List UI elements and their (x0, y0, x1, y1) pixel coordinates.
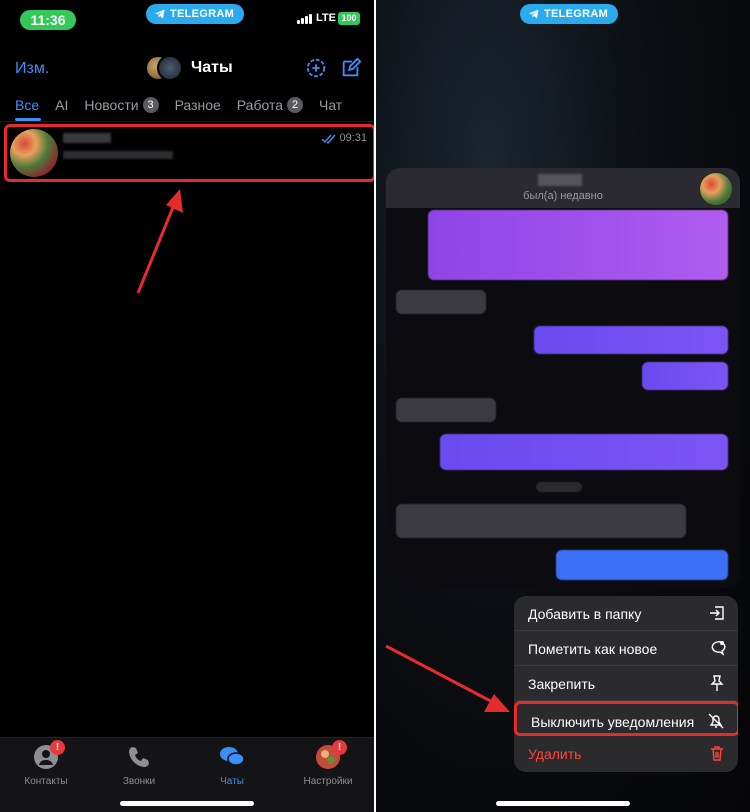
message-bubble (428, 210, 728, 280)
blurred-chat-name (538, 174, 582, 186)
header-title[interactable]: Чаты (145, 55, 233, 81)
message-bubble (440, 434, 728, 470)
chat-time: 09:31 (339, 132, 367, 144)
chat-list-item[interactable]: 09:31 (4, 124, 374, 182)
telegram-pill: TELEGRAM (520, 4, 619, 24)
chat-list-screen: 11:36 TELEGRAM LTE 100 Изм. Чаты Все AI … (0, 0, 374, 812)
signal-icon (297, 14, 312, 24)
phone-icon (126, 744, 152, 770)
tab-all[interactable]: Все (15, 94, 39, 116)
battery-icon: 100 (338, 12, 360, 25)
home-indicator[interactable] (496, 801, 630, 806)
bottom-tab-bar: ! Контакты Звонки Чаты ! Настройки (0, 737, 374, 812)
menu-mute-notifications[interactable]: Выключить уведомления (514, 701, 738, 736)
tab-label: Все (15, 97, 40, 113)
telegram-plane-icon (155, 9, 165, 19)
telegram-label: TELEGRAM (170, 8, 235, 20)
tab-chats[interactable]: Чат (319, 94, 342, 116)
avatar (700, 173, 732, 205)
tabbar-settings[interactable]: ! Настройки (288, 740, 368, 787)
edit-button[interactable]: Изм. (15, 60, 49, 78)
tab-work[interactable]: Работа 2 (237, 94, 303, 116)
person-icon: ! (33, 740, 65, 770)
chat-preview[interactable]: был(а) недавно (386, 168, 740, 588)
new-story-icon[interactable] (305, 57, 327, 79)
message-bubble (396, 398, 496, 422)
tabbar-chats[interactable]: Чаты (192, 744, 272, 787)
divider (0, 121, 374, 122)
blurred-chat-name (63, 133, 111, 143)
preview-header: был(а) недавно (386, 168, 740, 208)
tab-label: AI (55, 97, 69, 113)
home-indicator[interactable] (120, 801, 254, 806)
double-check-icon (321, 134, 336, 144)
tab-count-badge: 2 (287, 97, 303, 113)
menu-add-to-folder[interactable]: Добавить в папку (514, 596, 738, 631)
trash-icon (711, 746, 723, 761)
context-menu-screen: TELEGRAM был(а) недавно Добавить в папку… (376, 0, 750, 812)
notification-badge: ! (50, 740, 65, 755)
tabbar-label: Контакты (24, 776, 68, 787)
date-separator (536, 482, 582, 492)
menu-item-label: Закрепить (528, 676, 596, 692)
menu-item-label: Удалить (528, 746, 582, 762)
context-menu: Добавить в папку Пометить как новое Закр… (514, 596, 738, 772)
tab-count-badge: 3 (142, 97, 159, 113)
mark-unread-icon (711, 641, 726, 656)
menu-mark-as-new[interactable]: Пометить как новое (514, 631, 738, 666)
notification-badge: ! (332, 740, 347, 755)
message-bubble (396, 290, 486, 314)
message-bubble (642, 362, 728, 390)
menu-item-label: Выключить уведомления (531, 714, 695, 730)
menu-pin[interactable]: Закрепить (514, 666, 738, 701)
telegram-label: TELEGRAM (544, 8, 609, 20)
menu-delete[interactable]: Удалить (514, 736, 738, 771)
tab-label: Чат (319, 97, 343, 113)
tab-label: Разное (174, 97, 221, 113)
menu-item-label: Добавить в папку (528, 606, 642, 622)
pin-icon (710, 675, 724, 691)
red-arrow-annotation (136, 189, 183, 294)
chat-bubbles-icon (219, 744, 245, 770)
network-type: LTE (316, 12, 336, 24)
message-bubble (534, 326, 728, 354)
tabbar-calls[interactable]: Звонки (99, 744, 179, 787)
profile-avatar-icon: ! (315, 740, 347, 770)
status-time: 11:36 (20, 10, 76, 30)
blurred-message-preview (63, 151, 173, 159)
compose-icon[interactable] (340, 57, 362, 79)
tab-misc[interactable]: Разное (175, 94, 221, 116)
stories-avatars[interactable] (145, 55, 183, 81)
tabbar-label: Звонки (122, 776, 156, 787)
tab-label: Новости (84, 97, 139, 113)
tab-news[interactable]: Новости 3 (84, 94, 159, 116)
bell-slash-icon (708, 713, 724, 729)
tab-label: Работа (236, 97, 283, 113)
folder-add-icon (710, 606, 724, 620)
folder-tabs: Все AI Новости 3 Разное Работа 2 Чат (15, 94, 342, 116)
telegram-plane-icon (529, 9, 539, 19)
last-seen-status: был(а) недавно (523, 190, 603, 202)
tab-ai[interactable]: AI (55, 94, 68, 116)
message-bubble (556, 550, 728, 580)
red-arrow-annotation (385, 644, 510, 712)
telegram-pill: TELEGRAM (146, 4, 245, 24)
avatar (10, 129, 58, 177)
tabbar-label: Настройки (303, 776, 353, 787)
tabbar-contacts[interactable]: ! Контакты (6, 740, 86, 787)
tabbar-label: Чаты (220, 776, 244, 787)
page-title: Чаты (191, 59, 233, 76)
message-bubble (396, 504, 686, 538)
menu-item-label: Пометить как новое (528, 641, 658, 657)
